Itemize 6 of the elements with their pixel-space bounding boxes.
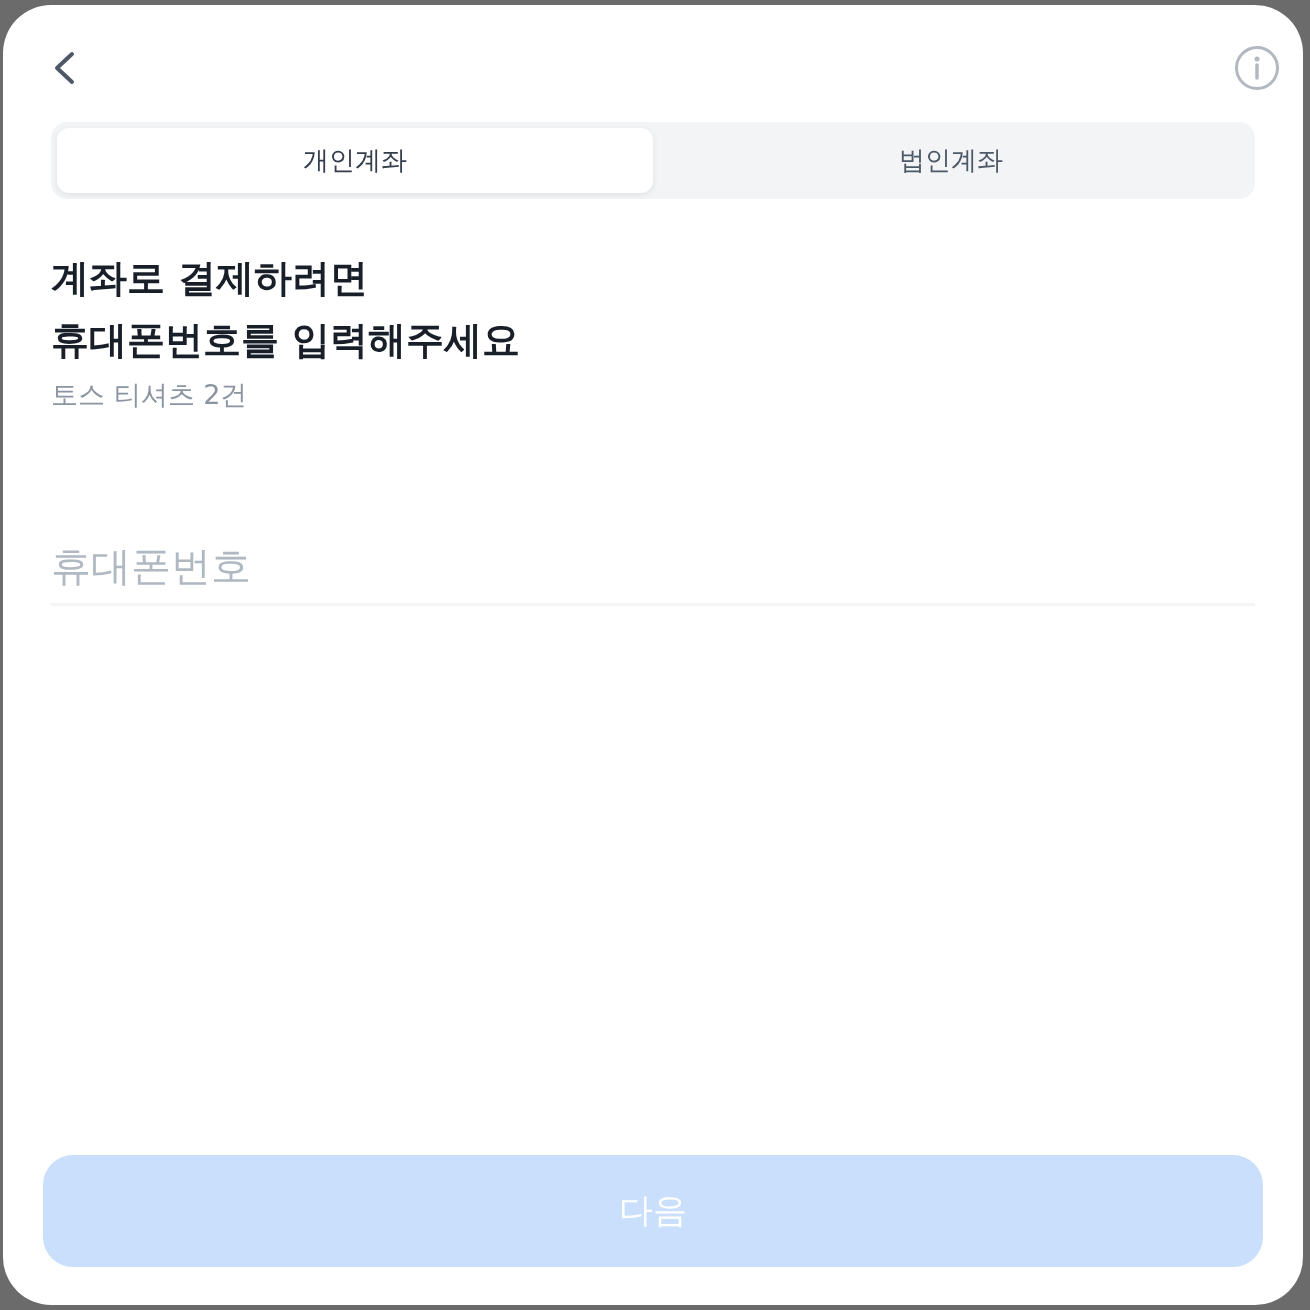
order-summary: 토스 티셔츠 2건 <box>51 378 248 412</box>
heading: 휴대폰번호를 입력해주세요 <box>51 317 521 364</box>
back-icon[interactable] <box>52 51 76 85</box>
account-tab[interactable]: 법인계좌 <box>653 128 1249 193</box>
heading: 계좌로 결제하려면 <box>51 255 369 302</box>
account-tab[interactable]: 개인계좌 <box>57 128 653 193</box>
